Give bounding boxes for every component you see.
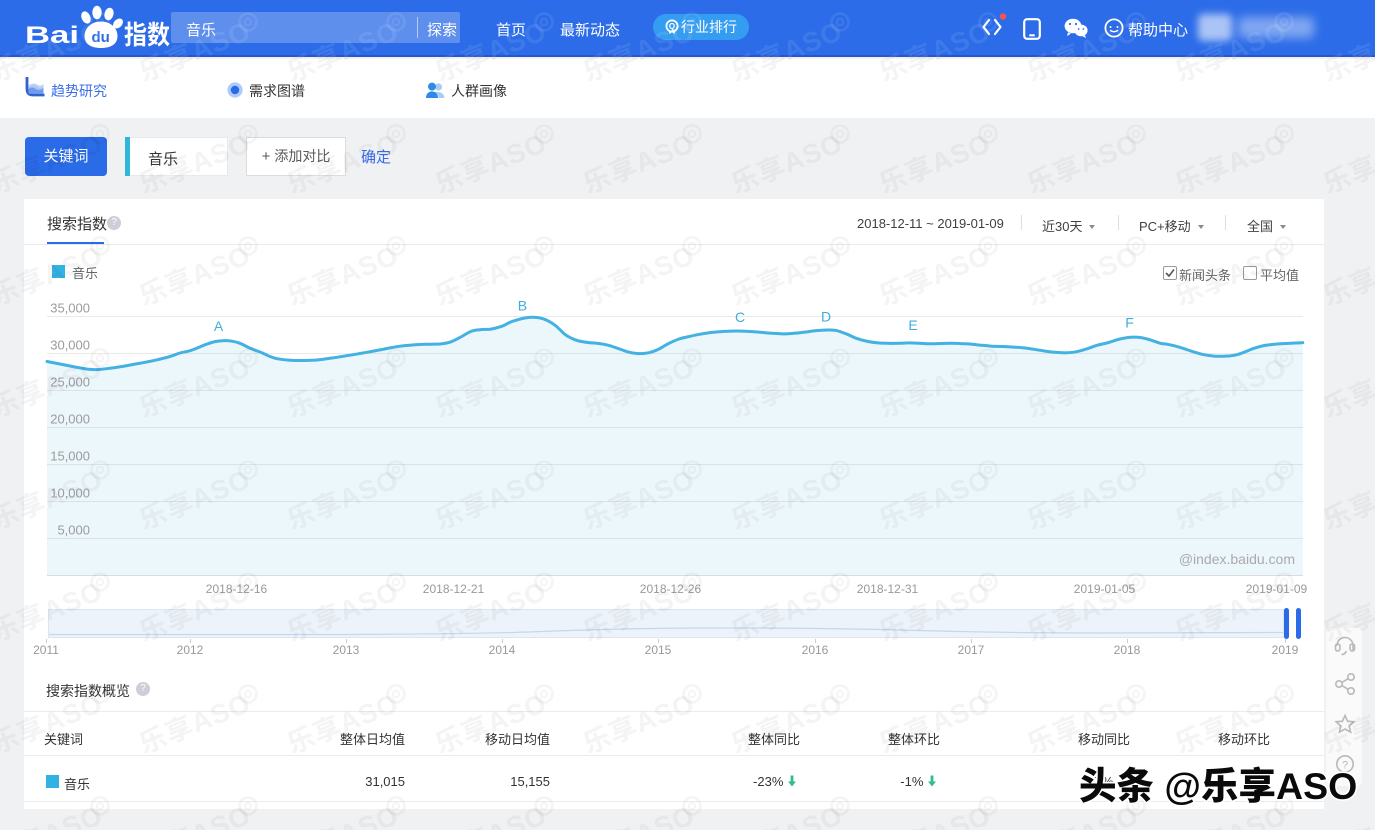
svg-text:E: E: [908, 317, 917, 333]
svg-text:指数: 指数: [124, 20, 170, 50]
svg-text:F: F: [1125, 315, 1134, 331]
svg-text:@index.baidu.com: @index.baidu.com: [1179, 551, 1295, 567]
svg-text:2018-12-16: 2018-12-16: [206, 582, 268, 596]
svg-text:Bai: Bai: [25, 22, 79, 49]
svg-text:头条 @乐享ASO: 头条 @乐享ASO: [1079, 765, 1357, 807]
svg-text:2018-12-26: 2018-12-26: [640, 582, 702, 596]
svg-text:2019-01-09: 2019-01-09: [1246, 582, 1308, 596]
svg-text:2018-12-31: 2018-12-31: [857, 582, 919, 596]
svg-text:2018-12-21: 2018-12-21: [423, 582, 485, 596]
svg-text:10,000: 10,000: [50, 486, 90, 501]
svg-text:2019-01-05: 2019-01-05: [1074, 582, 1136, 596]
svg-text:15,000: 15,000: [50, 449, 90, 464]
svg-text:A: A: [214, 318, 224, 334]
svg-text:5,000: 5,000: [57, 523, 90, 538]
svg-text:35,000: 35,000: [50, 301, 90, 316]
svg-text:C: C: [735, 309, 745, 325]
svg-text:30,000: 30,000: [50, 338, 90, 353]
svg-text:Q: Q: [669, 22, 675, 31]
svg-text:du: du: [92, 29, 110, 46]
svg-text:25,000: 25,000: [50, 375, 90, 390]
svg-text:B: B: [518, 298, 527, 314]
svg-text:D: D: [821, 309, 831, 325]
svg-text:20,000: 20,000: [50, 412, 90, 427]
